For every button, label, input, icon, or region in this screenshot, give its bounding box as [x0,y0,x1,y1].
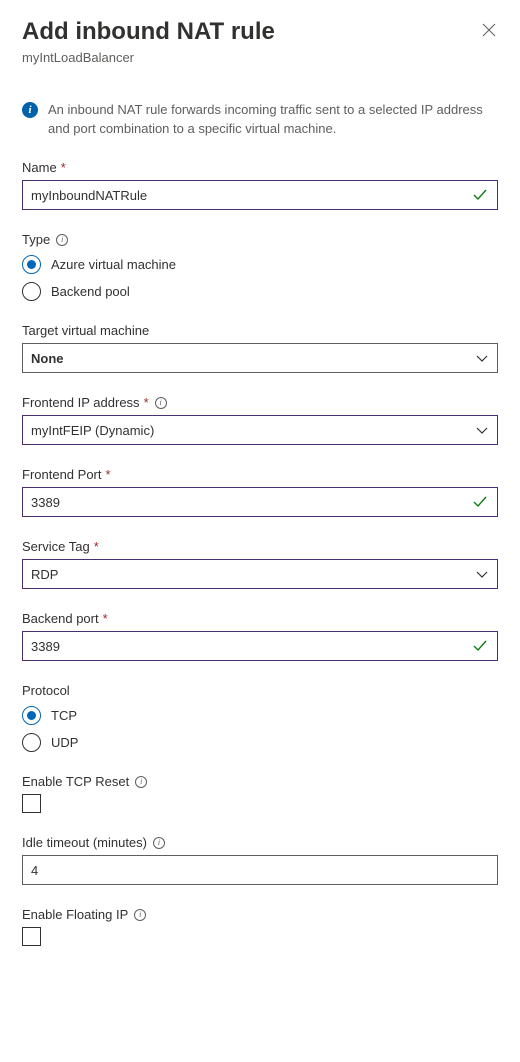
radio-icon [22,282,41,301]
tcp-reset-label: Enable TCP Reset [22,774,129,789]
check-icon [471,637,489,655]
frontend-ip-value [31,423,475,438]
protocol-label: Protocol [22,683,70,698]
radio-label: UDP [51,735,78,750]
backend-port-label: Backend port [22,611,99,626]
radio-label: Backend pool [51,284,130,299]
backend-port-input[interactable] [31,639,471,654]
protocol-radio-tcp[interactable]: TCP [22,706,498,725]
floating-ip-label: Enable Floating IP [22,907,128,922]
required-marker: * [106,467,111,482]
info-text: An inbound NAT rule forwards incoming tr… [48,101,498,139]
floating-ip-checkbox[interactable] [22,927,41,946]
target-vm-label: Target virtual machine [22,323,149,338]
check-icon [471,493,489,511]
required-marker: * [144,395,149,410]
type-label: Type [22,232,50,247]
service-tag-value [31,567,475,582]
chevron-down-icon [475,423,489,437]
radio-label: TCP [51,708,77,723]
frontend-ip-select[interactable] [22,415,498,445]
protocol-radio-udp[interactable]: UDP [22,733,498,752]
info-icon: i [22,102,38,118]
service-tag-label: Service Tag [22,539,90,554]
radio-icon [22,706,41,725]
hint-icon[interactable]: i [155,397,167,409]
tcp-reset-checkbox[interactable] [22,794,41,813]
hint-icon[interactable]: i [134,909,146,921]
chevron-down-icon [475,567,489,581]
required-marker: * [103,611,108,626]
close-icon[interactable] [482,18,498,42]
target-vm-value [31,351,475,366]
frontend-port-input[interactable] [31,495,471,510]
radio-label: Azure virtual machine [51,257,176,272]
required-marker: * [94,539,99,554]
hint-icon[interactable]: i [135,776,147,788]
target-vm-select[interactable] [22,343,498,373]
radio-icon [22,255,41,274]
name-input[interactable] [31,188,471,203]
type-radio-backend-pool[interactable]: Backend pool [22,282,498,301]
radio-icon [22,733,41,752]
hint-icon[interactable]: i [56,234,68,246]
required-marker: * [61,160,66,175]
chevron-down-icon [475,351,489,365]
type-radio-azure-vm[interactable]: Azure virtual machine [22,255,498,274]
check-icon [471,186,489,204]
page-title: Add inbound NAT rule [22,18,275,47]
service-tag-select[interactable] [22,559,498,589]
page-subtitle: myIntLoadBalancer [22,50,275,65]
frontend-ip-label: Frontend IP address [22,395,140,410]
idle-timeout-input[interactable] [31,863,489,878]
idle-timeout-label: Idle timeout (minutes) [22,835,147,850]
hint-icon[interactable]: i [153,837,165,849]
name-label: Name [22,160,57,175]
frontend-port-label: Frontend Port [22,467,102,482]
